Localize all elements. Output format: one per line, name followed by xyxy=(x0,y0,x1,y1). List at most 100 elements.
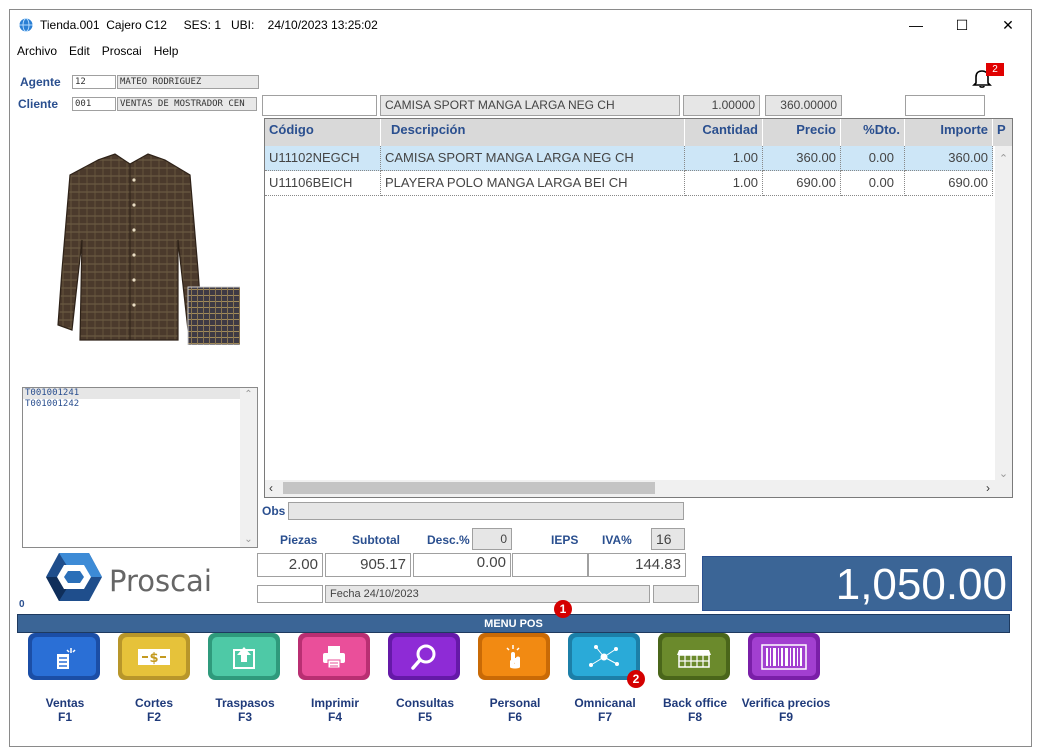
cell-discount[interactable]: 0.00 xyxy=(841,171,905,196)
sales-icon xyxy=(57,647,76,669)
col-descuento[interactable]: %Dto. xyxy=(841,119,905,146)
traspasos-label: Traspasos F3 xyxy=(215,696,275,724)
search-icon xyxy=(411,644,436,670)
notification-count-badge: 2 xyxy=(986,63,1004,76)
item-description-field: CAMISA SPORT MANGA LARGA NEG CH xyxy=(380,95,680,116)
item-extra-input[interactable] xyxy=(905,95,985,116)
transfer-icon xyxy=(233,646,255,669)
cell-code[interactable]: U11102NEGCH xyxy=(265,146,381,171)
agent-code-field[interactable]: 12 xyxy=(72,75,116,89)
discount-pct-field[interactable]: 0 xyxy=(472,528,512,550)
item-code-input[interactable] xyxy=(262,95,377,116)
ticket-item[interactable]: T001001241 xyxy=(23,388,257,399)
pos-window: Tienda.001 Cajero C12 SES: 1 UBI: 24/10/… xyxy=(9,9,1032,747)
ticket-item[interactable]: T001001242 xyxy=(23,399,257,410)
omnicanal-label: Omnicanal F7 xyxy=(574,696,636,724)
menu-pos-badge: 1 xyxy=(554,600,572,618)
item-quantity-field: 1.00000 xyxy=(683,95,760,116)
client-code-field[interactable]: 001 xyxy=(72,97,116,111)
client-label: Cliente xyxy=(18,97,59,111)
maximize-button[interactable]: ☐ xyxy=(939,10,985,40)
menu-help[interactable]: Help xyxy=(147,42,184,62)
status-blank-field xyxy=(257,585,323,603)
scroll-up-icon[interactable]: ⌃ xyxy=(995,152,1012,166)
scroll-down-icon[interactable]: ⌄ xyxy=(240,533,257,547)
scroll-left-icon[interactable]: ‹ xyxy=(269,480,273,496)
cell-amount[interactable]: 360.00 xyxy=(905,146,993,171)
grid-horizontal-scrollbar[interactable]: ‹ › xyxy=(265,480,1012,497)
col-descripcion[interactable]: Descripción xyxy=(381,119,685,146)
grid-scroll-thumb[interactable] xyxy=(283,482,655,494)
cell-qty[interactable]: 1.00 xyxy=(685,171,763,196)
table-row[interactable]: U11102NEGCH CAMISA SPORT MANGA LARGA NEG… xyxy=(265,146,993,171)
grand-total-display: 1,050.00 xyxy=(702,556,1012,611)
scroll-right-icon[interactable]: › xyxy=(986,480,990,496)
back-office-button[interactable] xyxy=(658,633,730,680)
back-office-label: Back office F8 xyxy=(662,696,728,724)
cell-description[interactable]: CAMISA SPORT MANGA LARGA NEG CH xyxy=(381,146,685,171)
cell-amount[interactable]: 690.00 xyxy=(905,171,993,196)
app-globe-icon xyxy=(19,18,33,32)
touch-icon xyxy=(506,644,520,668)
cell-code[interactable]: U11106BEICH xyxy=(265,171,381,196)
cell-price[interactable]: 690.00 xyxy=(763,171,841,196)
col-p[interactable]: P xyxy=(993,119,1012,146)
omnicanal-badge: 2 xyxy=(627,670,645,688)
col-cantidad[interactable]: Cantidad xyxy=(685,119,763,146)
menu-bar: Archivo Edit Proscai Help xyxy=(10,42,183,62)
col-precio[interactable]: Precio xyxy=(763,119,841,146)
iva-value: 144.83 xyxy=(588,553,686,577)
ticket-listbox[interactable]: T001001241 T001001242 ⌃ ⌄ xyxy=(22,387,258,548)
minimize-button[interactable]: — xyxy=(893,10,939,40)
close-button[interactable]: ✕ xyxy=(985,10,1031,40)
cortes-label: Cortes F2 xyxy=(134,696,173,724)
consultas-label: Consultas F5 xyxy=(395,696,454,724)
consultas-button[interactable] xyxy=(388,633,460,680)
product-shirt-image xyxy=(57,153,240,345)
cash-cut-icon: $ xyxy=(138,648,170,666)
grid-header: Código Descripción Cantidad Precio %Dto.… xyxy=(265,119,1012,146)
menu-edit[interactable]: Edit xyxy=(62,42,95,62)
traspasos-button[interactable] xyxy=(208,633,280,680)
date-field: Fecha 24/10/2023 xyxy=(325,585,650,603)
pieces-value: 2.00 xyxy=(257,553,323,577)
scroll-up-icon[interactable]: ⌃ xyxy=(240,388,257,402)
ieps-label: IEPS xyxy=(551,533,579,547)
barcode-icon xyxy=(761,643,807,670)
ticket-list-scrollbar[interactable]: ⌃ ⌄ xyxy=(240,388,257,547)
ventas-button[interactable] xyxy=(28,633,100,680)
scroll-down-icon[interactable]: ⌄ xyxy=(995,467,1012,480)
subtotal-label: Subtotal xyxy=(352,533,400,547)
agent-name-field: MATEO RODRIGUEZ xyxy=(117,75,259,89)
col-codigo[interactable]: Código xyxy=(265,119,381,146)
menu-proscai[interactable]: Proscai xyxy=(95,42,147,62)
personal-label: Personal F6 xyxy=(489,696,541,724)
cell-price[interactable]: 360.00 xyxy=(763,146,841,171)
proscai-logo-icon xyxy=(46,553,102,601)
client-name-field: VENTAS DE MOSTRADOR CEN xyxy=(117,97,257,111)
menu-pos-bar[interactable]: MENU POS xyxy=(17,614,1010,633)
discount-value: 0.00 xyxy=(413,553,511,577)
cortes-button[interactable]: $ xyxy=(118,633,190,680)
obs-field[interactable] xyxy=(288,502,684,520)
item-price-field: 360.00000 xyxy=(765,95,842,116)
imprimir-button[interactable] xyxy=(298,633,370,680)
imprimir-label: Imprimir F4 xyxy=(310,696,359,724)
cell-description[interactable]: PLAYERA POLO MANGA LARGA BEI CH xyxy=(381,171,685,196)
printer-icon xyxy=(323,645,345,668)
agent-label: Agente xyxy=(20,75,61,89)
building-icon xyxy=(677,649,711,668)
cell-discount[interactable]: 0.00 xyxy=(841,146,905,171)
iva-pct-field[interactable]: 16 xyxy=(651,528,685,550)
table-row[interactable]: U11106BEICH PLAYERA POLO MANGA LARGA BEI… xyxy=(265,171,993,196)
grid-vertical-scrollbar[interactable]: ⌃ ⌄ xyxy=(995,146,1012,482)
menu-archivo[interactable]: Archivo xyxy=(10,42,62,62)
personal-button[interactable] xyxy=(478,633,550,680)
verifica-precios-label: Verifica precios F9 xyxy=(741,696,831,724)
verifica-precios-button[interactable] xyxy=(748,633,820,680)
iva-label: IVA% xyxy=(602,533,632,547)
cell-qty[interactable]: 1.00 xyxy=(685,146,763,171)
col-importe[interactable]: Importe xyxy=(905,119,993,146)
proscai-logo-text: Proscai xyxy=(109,564,212,598)
status-counter: 0 xyxy=(19,599,25,610)
